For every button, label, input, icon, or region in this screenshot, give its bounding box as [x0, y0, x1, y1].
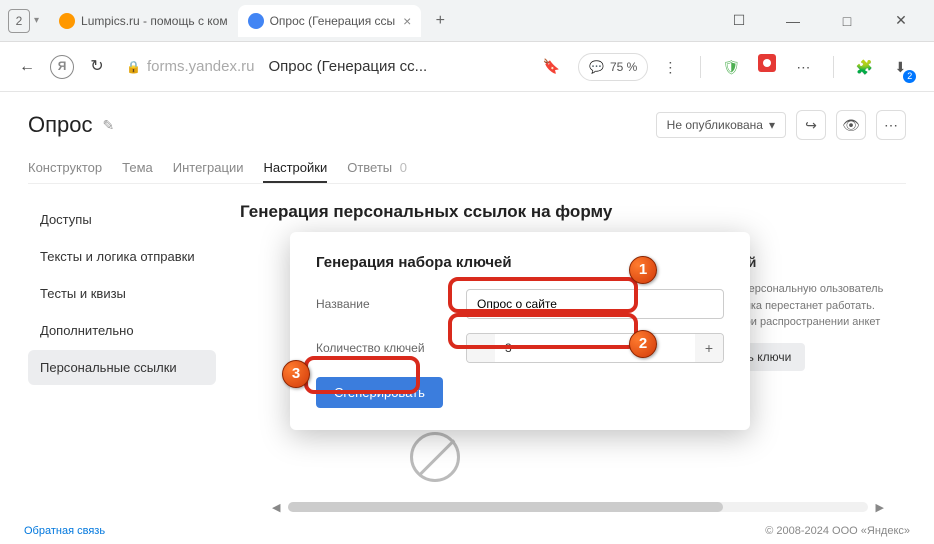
- browser-tab-active[interactable]: Опрос (Генерация ссы ×: [238, 5, 422, 37]
- scrollbar-thumb[interactable]: [288, 502, 723, 512]
- scroll-right-icon[interactable]: ▶: [876, 501, 884, 514]
- downloads-icon[interactable]: ⬇: [886, 53, 914, 81]
- more-dots-icon[interactable]: ⋯: [789, 53, 817, 81]
- section-title: Генерация персональных ссылок на форму: [240, 202, 906, 222]
- shield-icon[interactable]: 🛡: [717, 53, 745, 81]
- scroll-left-icon[interactable]: ◀: [272, 501, 280, 514]
- tab-count-badge[interactable]: 2: [8, 9, 30, 33]
- tab-theme[interactable]: Тема: [122, 154, 153, 183]
- chevron-down-icon: ▾: [769, 118, 775, 132]
- zoom-indicator[interactable]: 💬 75 %: [578, 53, 648, 81]
- sidebar-item-personal-links[interactable]: Персональные ссылки: [28, 350, 216, 385]
- tab-label: Lumpics.ru - помощь с ком: [81, 14, 228, 28]
- prohibit-icon: [410, 432, 460, 482]
- page-footer: Обратная связь © 2008-2024 ООО «Яндекс»: [0, 518, 934, 544]
- ublock-icon[interactable]: [753, 53, 781, 81]
- favicon-icon: [248, 13, 264, 29]
- main-tabs: Конструктор Тема Интеграции Настройки От…: [28, 154, 906, 184]
- yandex-home-icon[interactable]: Я: [50, 55, 74, 79]
- reload-button[interactable]: ↻: [82, 52, 112, 82]
- answers-count: 0: [400, 160, 407, 175]
- name-label: Название: [316, 297, 466, 311]
- new-tab-button[interactable]: +: [427, 8, 453, 34]
- close-window-icon[interactable]: ✕: [884, 12, 918, 29]
- tab-integrations[interactable]: Интеграции: [173, 154, 244, 183]
- favicon-icon: [59, 13, 75, 29]
- horizontal-scrollbar[interactable]: ◀ ▶: [288, 502, 868, 512]
- sidebar-item-texts[interactable]: Тексты и логика отправки: [28, 239, 216, 274]
- separator: [833, 56, 834, 78]
- zoom-value: 75 %: [610, 60, 637, 74]
- more-icon[interactable]: ⋯: [876, 110, 906, 140]
- page-title: Опрос: [28, 112, 93, 138]
- annotation-badge-3: 3: [282, 360, 310, 388]
- count-label: Количество ключей: [316, 341, 466, 355]
- sidebar-item-additional[interactable]: Дополнительно: [28, 313, 216, 348]
- stepper-plus-button[interactable]: +: [695, 334, 723, 362]
- share-icon[interactable]: ↪: [796, 110, 826, 140]
- annotation-badge-2: 2: [629, 330, 657, 358]
- browser-titlebar: 2 ▾ Lumpics.ru - помощь с ком Опрос (Ген…: [0, 0, 934, 42]
- stepper-minus-button[interactable]: −: [467, 334, 495, 362]
- quantity-stepper: − 3 +: [466, 333, 724, 363]
- publish-status-dropdown[interactable]: Не опубликована ▾: [656, 112, 786, 138]
- chevron-down-icon[interactable]: ▾: [34, 15, 39, 26]
- maximize-icon[interactable]: □: [830, 13, 864, 29]
- publish-status-label: Не опубликована: [667, 118, 763, 132]
- close-icon[interactable]: ×: [403, 13, 411, 29]
- kebab-menu-icon[interactable]: ⋮: [656, 53, 684, 81]
- address-bar: ← Я ↻ 🔒 forms.yandex.ru Опрос (Генерация…: [0, 42, 934, 92]
- browser-tab[interactable]: Lumpics.ru - помощь с ком: [49, 5, 238, 37]
- settings-sidebar: Доступы Тексты и логика отправки Тесты и…: [28, 202, 216, 502]
- stepper-value[interactable]: 3: [495, 334, 695, 362]
- url-domain: forms.yandex.ru: [147, 58, 255, 75]
- url-page-title: Опрос (Генерация сс...: [269, 58, 543, 75]
- address-field[interactable]: 🔒 forms.yandex.ru Опрос (Генерация сс...…: [120, 49, 560, 85]
- sidebar-item-access[interactable]: Доступы: [28, 202, 216, 237]
- tab-answers-label: Ответы: [347, 160, 392, 175]
- feedback-link[interactable]: Обратная связь: [24, 525, 105, 537]
- name-input[interactable]: [466, 289, 724, 319]
- annotation-badge-1: 1: [629, 256, 657, 284]
- comment-icon: 💬: [589, 60, 604, 74]
- copyright-text: © 2008-2024 ООО «Яндекс»: [765, 525, 910, 537]
- tab-constructor[interactable]: Конструктор: [28, 154, 102, 183]
- generate-keys-modal: Генерация набора ключей Название Количес…: [290, 232, 750, 430]
- tab-settings[interactable]: Настройки: [263, 154, 327, 183]
- modal-title: Генерация набора ключей: [316, 254, 724, 271]
- eye-icon[interactable]: 👁: [836, 110, 866, 140]
- tab-label: Опрос (Генерация ссы: [270, 14, 396, 28]
- tab-answers[interactable]: Ответы 0: [347, 154, 407, 183]
- lock-icon: 🔒: [126, 60, 141, 74]
- back-button[interactable]: ←: [12, 52, 42, 82]
- generate-button[interactable]: Сгенерировать: [316, 377, 443, 408]
- separator: [700, 56, 701, 78]
- edit-icon[interactable]: ✎: [103, 117, 115, 134]
- extensions-icon[interactable]: 🧩: [850, 53, 878, 81]
- bookmark-bar-icon[interactable]: ☐: [722, 12, 756, 29]
- sidebar-item-tests[interactable]: Тесты и квизы: [28, 276, 216, 311]
- bookmark-icon[interactable]: 🔖: [543, 58, 560, 75]
- minimize-icon[interactable]: —: [776, 13, 810, 29]
